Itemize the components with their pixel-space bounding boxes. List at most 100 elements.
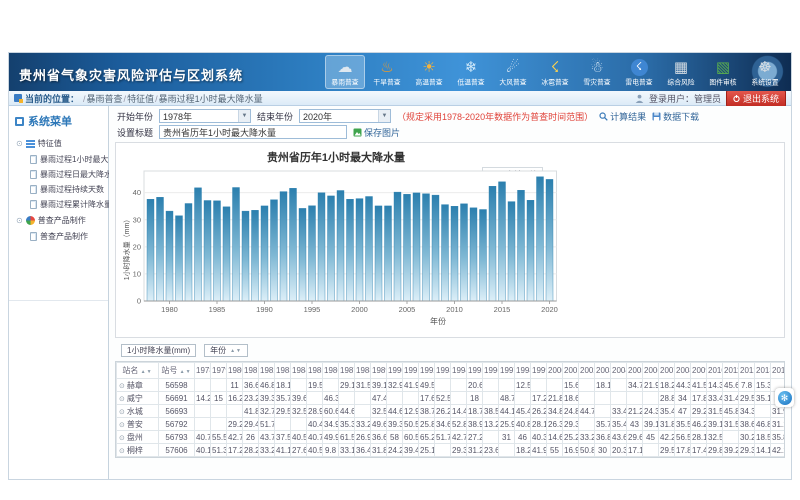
value-cell: 18.2	[659, 379, 675, 392]
breadcrumb-bar: 当前的位置： /暴雨普查/特征值/暴雨过程1小时最大降水量 登录用户：管理员 退…	[9, 91, 791, 106]
collapse-icon[interactable]: ⊙	[16, 217, 23, 225]
save-image-button[interactable]: 保存图片	[353, 126, 400, 139]
row-expand-icon[interactable]: ⊙	[119, 435, 125, 442]
value-cell: 35.7	[595, 418, 611, 431]
toolbar-item-wind[interactable]: ☄大风普查	[493, 55, 533, 89]
toolbar-item-lightning[interactable]: ☇雷电普查	[619, 55, 659, 89]
logout-button[interactable]: 退出系统	[726, 90, 786, 107]
column-header-year: 1979	[211, 363, 227, 379]
sidebar-item[interactable]: 暴雨过程累计降水量	[9, 197, 108, 212]
value-cell: 33.2	[355, 418, 371, 431]
sidebar-group[interactable]: ⊙特征值	[9, 135, 108, 152]
bar-1999	[347, 199, 354, 301]
toolbar-item-label: 系统设置	[751, 78, 778, 87]
floating-widget-icon: ✻	[778, 391, 792, 405]
station-id-cell: 56693	[159, 405, 195, 418]
collapse-icon[interactable]: ⊙	[16, 140, 23, 148]
value-cell: 32.5	[371, 405, 387, 418]
rainstorm-icon: ☁	[338, 58, 353, 77]
value-cell: 42.1	[771, 444, 786, 457]
sidebar-item[interactable]: 暴雨过程持续天数	[9, 182, 108, 197]
value-cell: 28.9	[307, 405, 323, 418]
chart-title-input[interactable]	[159, 125, 347, 139]
table-row: ⊙水城5669341.832.729.532.528.960.644.632.5…	[117, 405, 786, 418]
value-cell: 43	[627, 418, 643, 431]
column-header-station-id[interactable]: 站号 ▲▼	[159, 363, 195, 379]
toolbar-item-hail[interactable]: ☇冰雹普查	[535, 55, 575, 89]
breadcrumb-separator: /	[155, 94, 158, 104]
value-cell: 24.3	[643, 405, 659, 418]
breadcrumb-segment[interactable]: 特征值	[127, 94, 154, 104]
value-cell: 26.3	[547, 418, 563, 431]
breadcrumb-segment[interactable]: 暴雨过程1小时最大降水量	[159, 94, 263, 104]
value-cell: 33.2	[579, 431, 595, 444]
download-button[interactable]: 数据下载	[652, 110, 699, 123]
value-cell: 52.8	[451, 418, 467, 431]
value-cell: 43.6	[611, 431, 627, 444]
row-expand-icon[interactable]: ⊙	[119, 383, 125, 390]
sort-icons[interactable]: ▲▼	[141, 369, 153, 375]
measure-field-chip[interactable]: 1小时降水量(mm)	[121, 344, 196, 357]
sidebar-group[interactable]: ⊙普查产品制作	[9, 212, 108, 229]
value-cell	[435, 444, 451, 457]
sidebar-item[interactable]: 暴雨过程1小时最大降水量	[9, 152, 108, 167]
calculate-button[interactable]: 计算结果	[599, 110, 646, 123]
value-cell	[227, 405, 243, 418]
floating-widget[interactable]: ✻	[775, 388, 794, 407]
value-cell: 18	[467, 392, 483, 405]
breadcrumb-segment[interactable]: 暴雨普查	[87, 94, 123, 104]
row-expand-icon[interactable]: ⊙	[119, 409, 125, 416]
value-cell: 40.8	[515, 418, 531, 431]
bar-2015	[499, 182, 506, 301]
value-cell: 28.8	[659, 392, 675, 405]
value-cell: 38.9	[467, 418, 483, 431]
value-cell: 17.8	[691, 392, 707, 405]
value-cell: 38.6	[739, 418, 755, 431]
toolbar-item-low-temp[interactable]: ❄低温普查	[451, 55, 491, 89]
sort-icons[interactable]: ▲▼	[230, 348, 242, 354]
toolbar-item-settings[interactable]: ☸系统设置	[745, 55, 785, 89]
table-row: ⊙盘州5679340.755.542.72643.737.540.540.749…	[117, 431, 786, 444]
value-cell: 49.6	[371, 418, 387, 431]
bar-2006	[413, 193, 420, 301]
toolbar-item-drought[interactable]: ♨干旱普查	[367, 55, 407, 89]
row-expand-icon[interactable]: ⊙	[119, 396, 125, 403]
value-cell	[643, 392, 659, 405]
value-cell	[483, 379, 499, 392]
title-form-row: 设置标题 保存图片	[115, 124, 785, 140]
station-name-cell: ⊙水城	[117, 405, 159, 418]
row-expand-icon[interactable]: ⊙	[119, 448, 125, 455]
toolbar-item-risk[interactable]: ▦综合风险	[661, 55, 701, 89]
toolbar-item-high-temp[interactable]: ☀高温普查	[409, 55, 449, 89]
column-header-year: 2009	[691, 363, 707, 379]
toolbar-item-rainstorm[interactable]: ☁暴雨普查	[325, 55, 365, 89]
start-year-select[interactable]: 1978年▼	[159, 109, 251, 123]
value-cell: 34.8	[547, 405, 563, 418]
value-cell: 25.1	[419, 444, 435, 457]
value-cell: 32.5	[291, 405, 307, 418]
toolbar-item-snow[interactable]: ☃雪灾普查	[577, 55, 617, 89]
value-cell: 15	[211, 392, 227, 405]
user-area: 登录用户：管理员 退出系统	[635, 90, 786, 107]
sidebar-item[interactable]: 暴雨过程日最大降水量	[9, 167, 108, 182]
column-header-year: 2014	[771, 363, 786, 379]
toolbar-item-map-review[interactable]: ▧图件审核	[703, 55, 743, 89]
year-field-chip[interactable]: 年份 ▲▼	[204, 344, 248, 357]
toolbar-item-label: 雷电普查	[625, 78, 652, 87]
column-header-station-name[interactable]: 站名 ▲▼	[117, 363, 159, 379]
value-cell: 28.2	[243, 444, 259, 457]
row-expand-icon[interactable]: ⊙	[119, 422, 125, 429]
value-cell: 40.1	[195, 444, 211, 457]
sort-icons[interactable]: ▲▼	[180, 369, 192, 375]
toolbar-item-label: 高温普查	[415, 78, 442, 87]
value-cell: 14.6	[547, 431, 563, 444]
value-cell: 29.5	[739, 392, 755, 405]
sidebar-item[interactable]: 普查产品制作	[9, 229, 108, 244]
column-header-year: 1989	[371, 363, 387, 379]
value-cell: 41.1	[275, 444, 291, 457]
bar-1989	[252, 210, 259, 301]
end-year-select[interactable]: 2020年▼	[299, 109, 391, 123]
column-header-year: 1994	[451, 363, 467, 379]
chevron-down-icon: ▼	[378, 110, 390, 122]
value-cell: 18.5	[755, 431, 771, 444]
